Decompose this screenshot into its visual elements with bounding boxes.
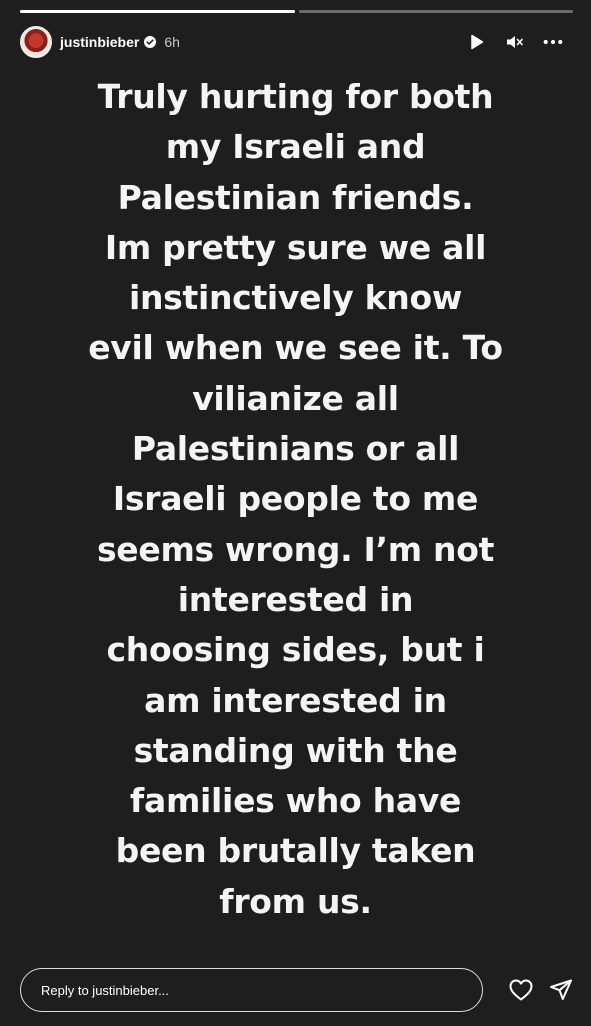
- more-icon[interactable]: [543, 32, 563, 52]
- play-icon[interactable]: [467, 32, 487, 52]
- story-header: justinbieber 6h: [20, 24, 573, 60]
- header-actions: [467, 32, 573, 52]
- verified-badge-icon: [144, 36, 157, 48]
- story-progress: [20, 10, 573, 13]
- progress-fill: [20, 10, 295, 13]
- reply-actions: [509, 978, 573, 1002]
- reply-bar: [20, 968, 573, 1012]
- progress-segment: [298, 10, 573, 13]
- heart-icon[interactable]: [509, 978, 533, 1002]
- reply-input[interactable]: [20, 968, 483, 1012]
- timestamp: 6h: [164, 34, 180, 50]
- mute-icon[interactable]: [505, 32, 525, 52]
- story-viewer[interactable]: justinbieber 6h Truly hurting for both m…: [0, 0, 591, 1026]
- avatar[interactable]: [20, 26, 52, 58]
- send-icon[interactable]: [549, 978, 573, 1002]
- username[interactable]: justinbieber: [60, 34, 139, 50]
- story-text: Truly hurting for both my Israeli and Pa…: [88, 77, 503, 921]
- progress-segment: [20, 10, 295, 13]
